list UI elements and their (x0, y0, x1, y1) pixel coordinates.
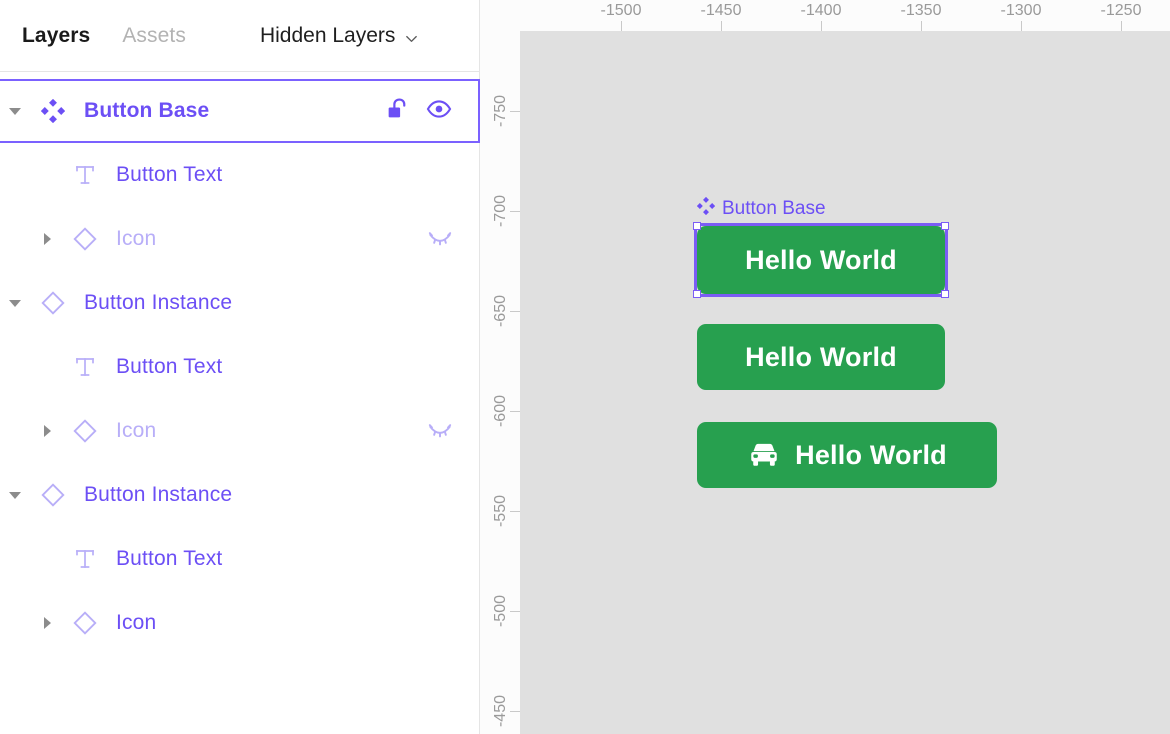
ruler-tick (510, 411, 520, 412)
frame-label[interactable]: Button Base (696, 196, 826, 221)
ruler-label: -650 (492, 294, 509, 328)
layer-list: Button Base Button Text Icon Button Instanc… (0, 72, 480, 655)
vertical-ruler[interactable]: -750 -700 -650 -600 -550 -500 -450 (480, 0, 520, 734)
row-actions (427, 399, 453, 463)
text-layer-icon (62, 547, 108, 571)
canvas-button-label: Hello World (795, 439, 947, 470)
layer-row-button-text[interactable]: Button Text (0, 143, 479, 207)
row-actions (385, 81, 452, 141)
ruler-tick (621, 21, 622, 31)
caret-right-icon[interactable] (32, 617, 62, 629)
ruler-label: -600 (492, 394, 509, 428)
canvas-area[interactable]: -750 -700 -650 -600 -550 -500 -450 -1500 -1450-… (480, 0, 1170, 734)
tab-layers[interactable]: Layers (22, 24, 90, 48)
layer-row-icon[interactable]: Icon (0, 207, 479, 271)
instance-icon (62, 418, 108, 444)
layer-row-button-text[interactable]: Button Text (0, 335, 479, 399)
ruler-label: -700 (492, 194, 509, 228)
ruler-tick (510, 111, 520, 112)
eye-icon[interactable] (426, 96, 452, 127)
caret-right-icon[interactable] (32, 425, 62, 437)
car-icon (747, 438, 781, 472)
ruler-label: -500 (492, 594, 509, 628)
layer-name: Button Text (116, 163, 223, 186)
frame-label-text: Button Base (722, 198, 826, 219)
text-layer-icon (62, 163, 108, 187)
ruler-tick (821, 21, 822, 31)
ruler-tick (1121, 21, 1122, 31)
ruler-tick (921, 21, 922, 31)
hidden-layers-dropdown[interactable]: Hidden Layers (260, 24, 419, 48)
layer-row-icon[interactable]: Icon (0, 591, 479, 655)
ruler-label: -550 (492, 494, 509, 528)
unlocked-icon[interactable] (385, 96, 410, 126)
instance-icon (62, 226, 108, 252)
horizontal-ruler[interactable]: -1500 -1450 -1400 -1350 -1300 -1250 (480, 0, 1170, 31)
component-icon (696, 196, 716, 221)
component-icon (30, 99, 76, 123)
canvas-button[interactable]: Hello World (697, 324, 945, 390)
ruler-tick (510, 211, 520, 212)
caret-down-icon[interactable] (0, 107, 30, 115)
caret-down-icon[interactable] (0, 299, 30, 307)
ruler-label: -750 (492, 94, 509, 128)
eye-off-icon[interactable] (427, 224, 453, 255)
eye-off-icon[interactable] (427, 416, 453, 447)
canvas-button[interactable]: Hello World (697, 422, 997, 488)
ruler-tick (721, 21, 722, 31)
ruler-tick (510, 711, 520, 712)
layer-name: Icon (116, 419, 157, 442)
ruler-label: -1350 (900, 2, 942, 19)
ruler-label: -1300 (1000, 2, 1042, 19)
ruler-tick (510, 611, 520, 612)
layers-panel: Layers Assets Hidden Layers Button Base B… (0, 0, 480, 734)
layer-name: Button Instance (84, 291, 233, 314)
panel-header: Layers Assets Hidden Layers (0, 0, 479, 72)
ruler-label: -1250 (1100, 2, 1142, 19)
canvas-button-label: Hello World (745, 244, 897, 275)
ruler-tick (1021, 21, 1022, 31)
layer-row-button-instance[interactable]: Button Instance (0, 271, 479, 335)
caret-spacer (32, 364, 62, 371)
caret-right-icon[interactable] (32, 233, 62, 245)
text-layer-icon (62, 355, 108, 379)
ruler-label: -1400 (800, 2, 842, 19)
layer-name: Icon (116, 227, 157, 250)
row-actions (427, 207, 453, 271)
layer-name: Button Base (84, 99, 210, 122)
ruler-label: -450 (492, 694, 509, 728)
instance-icon (30, 482, 76, 508)
instance-icon (62, 610, 108, 636)
layer-row-icon[interactable]: Icon (0, 399, 479, 463)
caret-down-icon[interactable] (0, 491, 30, 499)
layer-row-button-instance[interactable]: Button Instance (0, 463, 479, 527)
ruler-tick (510, 511, 520, 512)
hidden-layers-label: Hidden Layers (259, 23, 396, 47)
layer-row-button-text[interactable]: Button Text (0, 527, 479, 591)
layer-name: Button Text (116, 355, 223, 378)
caret-spacer (32, 172, 62, 179)
ruler-label: -1450 (700, 2, 742, 19)
caret-spacer (32, 556, 62, 563)
canvas-button[interactable]: Hello World (697, 226, 945, 294)
ruler-label: -1500 (600, 2, 642, 19)
layer-name: Button Text (116, 547, 223, 570)
layer-row-button-base[interactable]: Button Base (0, 79, 480, 143)
instance-icon (30, 290, 76, 316)
layer-name: Icon (116, 611, 157, 634)
layer-name: Button Instance (84, 483, 233, 506)
tab-assets[interactable]: Assets (122, 24, 186, 48)
canvas-button-label: Hello World (745, 341, 897, 372)
ruler-tick (510, 311, 520, 312)
chevron-down-icon (404, 28, 419, 43)
figma-layers-window: Layers Assets Hidden Layers Button Base B… (0, 0, 1170, 734)
